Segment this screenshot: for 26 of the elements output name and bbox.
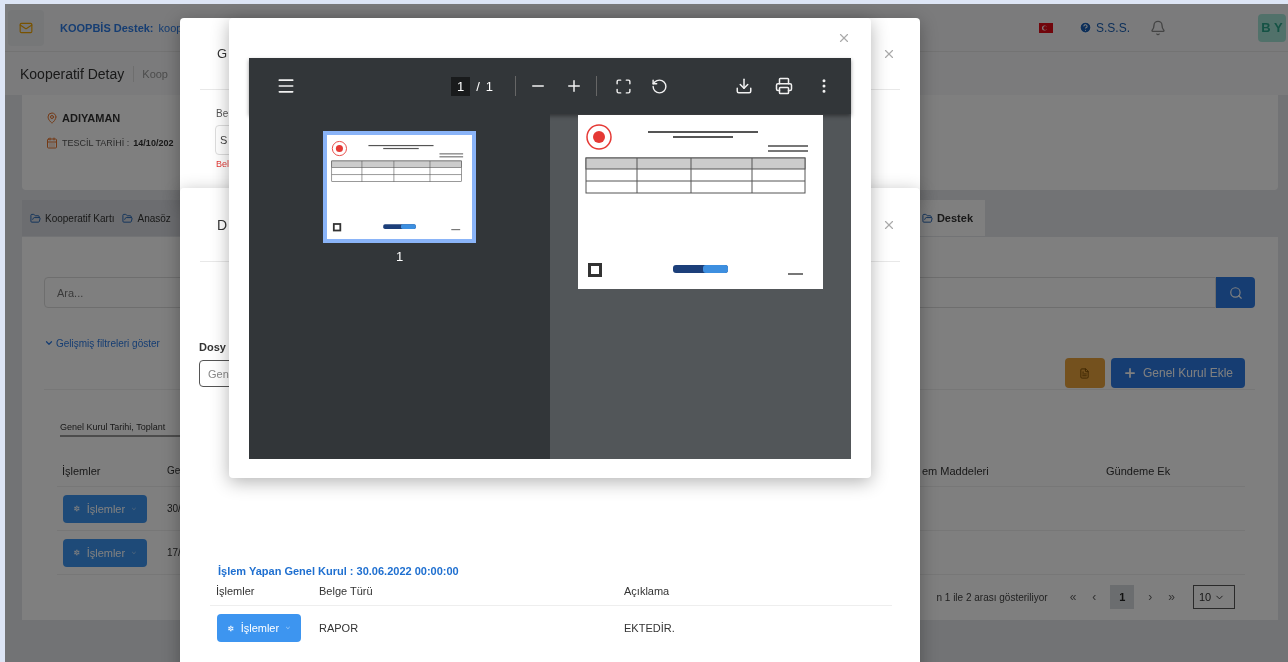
table-cell-text: RAPOR	[318, 622, 360, 634]
registration-date: 14/10/202	[133, 138, 174, 148]
table-cell-text: 30/	[166, 503, 182, 514]
column-header: Ge	[166, 465, 182, 476]
file-label: Dosy	[199, 341, 227, 353]
modal-title: G	[217, 46, 228, 61]
modal-title: D	[217, 216, 228, 233]
column-header: Gündeme Ek	[1105, 464, 1172, 477]
city-text: ADIYAMAN	[62, 112, 121, 124]
column-header: em Maddeleri	[921, 464, 990, 477]
registration-label: TESCİL TARİHİ :	[62, 138, 130, 148]
column-header: İşlemler	[215, 585, 256, 597]
error-text: Bel	[216, 159, 230, 169]
thumbnail-label: 1	[395, 249, 404, 264]
table-cell-text: 17/	[166, 547, 182, 558]
table-cell-text: EKTEDİR.	[623, 622, 676, 634]
section-title: İşlem Yapan Genel Kurul : 30.06.2022 00:00:00	[218, 565, 460, 577]
column-header: Açıklama	[623, 585, 671, 597]
pagination-summary: n 1 ile 2 arası gösteriliyor	[936, 591, 1048, 603]
support-label: KOOPBİS Destek:	[60, 21, 154, 34]
column-header: İşlemler	[61, 464, 102, 477]
page-total: 1	[485, 78, 494, 94]
column-header: Belge Türü	[318, 585, 374, 597]
page-separator: /	[476, 78, 480, 94]
field-label: Be	[216, 108, 230, 119]
page-title: Kooperatif Detay	[20, 65, 135, 82]
